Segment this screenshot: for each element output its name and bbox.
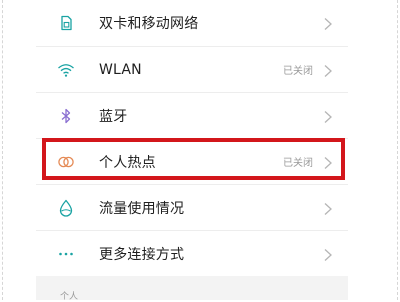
settings-item-label: 双卡和移动网络 (99, 16, 199, 32)
section-header-background (36, 276, 348, 300)
chevron-right-icon (322, 63, 334, 77)
data-usage-icon (57, 199, 75, 217)
chevron-right-icon (322, 201, 334, 215)
settings-item-data-usage[interactable]: 流量使用情况 (36, 185, 348, 231)
chevron-right-icon (322, 109, 334, 123)
hotspot-icon (57, 153, 75, 171)
chevron-right-icon (322, 155, 334, 169)
settings-item-bluetooth[interactable]: 蓝牙 (36, 93, 348, 139)
chevron-right-icon (322, 16, 334, 30)
wifi-icon (57, 61, 75, 79)
left-dashed-guide (2, 0, 3, 300)
settings-item-label: 更多连接方式 (99, 246, 185, 263)
settings-item-more-connections[interactable]: 更多连接方式 (36, 231, 348, 277)
status-text: 已关闭 (283, 66, 313, 77)
settings-item-sim-and-mobile-network[interactable]: 双卡和移动网络 (36, 0, 348, 47)
settings-item-personal-hotspot[interactable]: 个人热点 已关闭 (36, 139, 348, 185)
settings-item-label: WLAN (99, 61, 142, 78)
settings-item-wlan[interactable]: WLAN 已关闭 (36, 47, 348, 93)
settings-item-label: 蓝牙 (99, 108, 128, 125)
right-dashed-guide (397, 0, 398, 300)
settings-item-label: 流量使用情况 (99, 200, 185, 217)
section-title-personal: 个人 (60, 292, 79, 302)
connection-settings-list: 双卡和移动网络 WLAN 已关闭 蓝牙 个人热点 已关闭 流量使用情况 更多连接… (36, 0, 348, 277)
status-text: 已关闭 (283, 158, 313, 169)
chevron-right-icon (322, 247, 334, 261)
settings-item-label: 个人热点 (99, 154, 156, 171)
sim-card-icon (57, 14, 75, 32)
bluetooth-icon (57, 107, 75, 125)
more-icon (57, 245, 75, 263)
